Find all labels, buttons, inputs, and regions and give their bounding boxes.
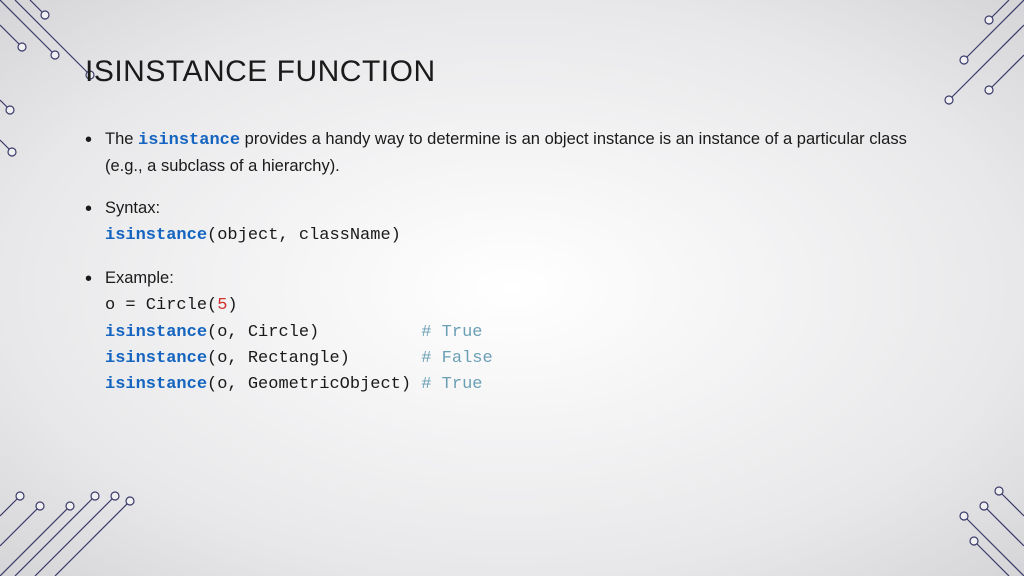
code-text: ) [227, 296, 237, 315]
keyword-isinstance: isinstance [105, 375, 207, 394]
decoration-bottom-left [0, 406, 180, 576]
keyword-isinstance: isinstance [105, 349, 207, 368]
text: The [105, 130, 138, 148]
example-label: Example: [105, 269, 174, 287]
code-args: (o, Rectangle) [207, 349, 421, 368]
slide-content: ISINSTANCE FUNCTION The isinstance provi… [85, 55, 924, 415]
example-code: o = Circle(5) isinstance(o, Circle) # Tr… [105, 293, 924, 398]
bullet-example: Example: o = Circle(5) isinstance(o, Cir… [103, 266, 924, 399]
bullet-list: The isinstance provides a handy way to d… [85, 127, 924, 399]
bullet-description: The isinstance provides a handy way to d… [103, 127, 924, 180]
syntax-label: Syntax: [105, 199, 160, 217]
code-args: (o, Circle) [207, 323, 421, 342]
slide-title: ISINSTANCE FUNCTION [85, 55, 924, 89]
keyword-isinstance: isinstance [105, 226, 207, 245]
code-args: (object, className) [207, 226, 401, 245]
code-comment: # True [421, 323, 482, 342]
bullet-syntax: Syntax: isinstance(object, className) [103, 196, 924, 250]
code-comment: # False [421, 349, 492, 368]
syntax-code: isinstance(object, className) [105, 223, 924, 249]
code-args: (o, GeometricObject) [207, 375, 421, 394]
keyword-isinstance: isinstance [138, 131, 240, 150]
code-text: o = Circle( [105, 296, 217, 315]
keyword-isinstance: isinstance [105, 323, 207, 342]
code-number: 5 [217, 296, 227, 315]
decoration-bottom-right [924, 426, 1024, 576]
code-comment: # True [421, 375, 482, 394]
